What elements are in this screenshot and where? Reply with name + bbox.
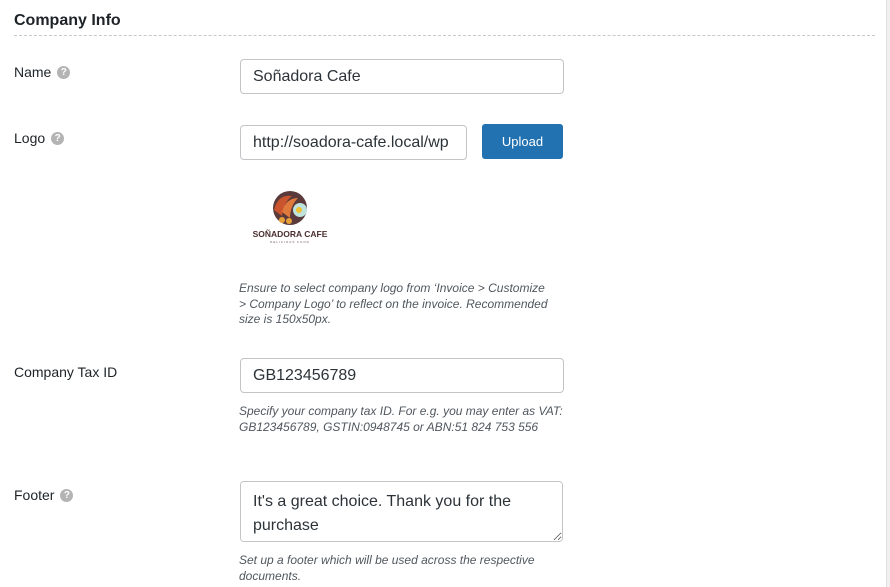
section-title: Company Info <box>14 12 121 29</box>
logo-tagline: DELICIOUS FOOD <box>270 240 310 244</box>
footer-label: Footer? <box>14 487 74 503</box>
name-label: Name? <box>14 64 71 80</box>
tax-id-label-text: Company Tax ID <box>14 364 118 380</box>
upload-button[interactable]: Upload <box>482 124 563 159</box>
logo-label: Logo? <box>14 130 65 146</box>
footer-label-text: Footer <box>14 487 55 503</box>
company-logo-image: SOÑADORA CAFE DELICIOUS FOOD <box>253 191 328 244</box>
scrollbar-edge <box>886 0 890 587</box>
footer-description: Set up a footer which will be used acros… <box>239 553 535 583</box>
tax-id-description: Specify your company tax ID. For e.g. yo… <box>239 404 563 434</box>
name-label-text: Name <box>14 64 52 80</box>
logo-description: Ensure to select company logo from ‘Invo… <box>239 281 548 326</box>
tax-id-label: Company Tax ID <box>14 364 117 380</box>
logo-url-input[interactable]: http://soadora-cafe.local/wp <box>240 125 467 160</box>
footer-textarea[interactable]: It's a great choice. Thank you for the p… <box>240 481 563 542</box>
help-icon[interactable]: ? <box>57 65 71 79</box>
divider <box>14 35 875 36</box>
name-input[interactable]: Soñadora Cafe <box>240 59 564 94</box>
logo-text: SOÑADORA CAFE <box>253 229 328 239</box>
logo-label-text: Logo <box>14 130 46 146</box>
help-icon[interactable]: ? <box>51 131 65 145</box>
tax-id-input[interactable]: GB123456789 <box>240 358 564 393</box>
help-icon[interactable]: ? <box>60 488 74 502</box>
